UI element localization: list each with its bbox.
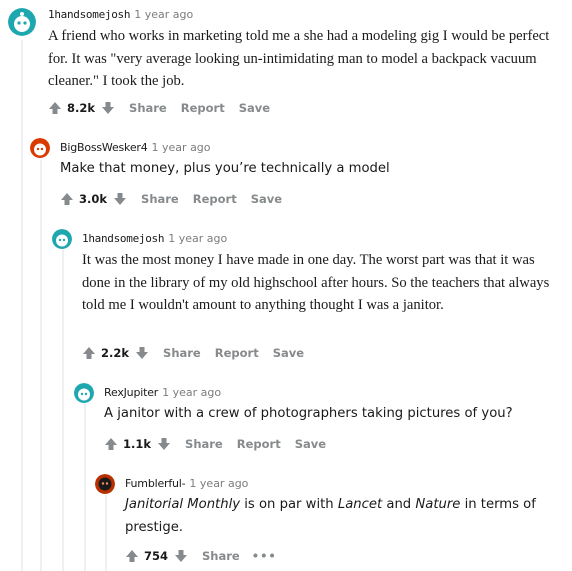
save-button[interactable]: Save xyxy=(251,192,282,206)
share-button[interactable]: Share xyxy=(141,192,179,206)
username[interactable]: 1handsomejosh xyxy=(48,8,131,21)
username[interactable]: Fumblerful- xyxy=(125,477,186,490)
avatar[interactable] xyxy=(30,138,50,158)
comment-body: It was the most money I have made in one… xyxy=(82,252,550,313)
comment-actions: 8.2k Share Report Save xyxy=(48,100,270,116)
comment-body: A janitor with a crew of photographers t… xyxy=(104,406,513,421)
thread-line[interactable] xyxy=(21,40,23,571)
comment-body: Make that money, plus you’re technically… xyxy=(60,161,390,176)
comment-meta: Fumblerful- 1 year ago xyxy=(125,477,248,491)
comment-meta: BigBossWesker4 1 year ago xyxy=(60,141,211,155)
italic-text: Lancet xyxy=(337,497,383,512)
upvote-icon[interactable] xyxy=(104,437,118,451)
avatar[interactable] xyxy=(8,8,36,36)
italic-text: Nature xyxy=(415,497,461,512)
username[interactable]: 1handsomejosh xyxy=(82,232,165,245)
save-button[interactable]: Save xyxy=(273,346,304,360)
thread-line[interactable] xyxy=(105,495,107,571)
avatar[interactable] xyxy=(52,229,72,249)
vote-score: 2.2k xyxy=(101,346,130,360)
share-button[interactable]: Share xyxy=(129,101,167,115)
vote-score: 754 xyxy=(144,549,169,563)
vote-score: 3.0k xyxy=(79,192,108,206)
comment-body: Janitorial Monthly is on par with Lancet… xyxy=(125,497,536,535)
avatar[interactable] xyxy=(95,474,115,494)
thread-line[interactable] xyxy=(62,250,64,571)
save-button[interactable]: Save xyxy=(295,437,326,451)
timestamp[interactable]: 1 year ago xyxy=(134,8,193,21)
timestamp[interactable]: 1 year ago xyxy=(152,141,211,154)
report-button[interactable]: Report xyxy=(237,437,281,451)
upvote-icon[interactable] xyxy=(60,192,74,206)
comment-meta: 1handsomejosh 1 year ago xyxy=(48,8,193,22)
username[interactable]: BigBossWesker4 xyxy=(60,141,148,154)
share-button[interactable]: Share xyxy=(185,437,223,451)
comment-meta: 1handsomejosh 1 year ago xyxy=(82,232,227,246)
downvote-icon[interactable] xyxy=(174,549,188,563)
share-button[interactable]: Share xyxy=(163,346,201,360)
timestamp[interactable]: 1 year ago xyxy=(189,477,248,490)
timestamp[interactable]: 1 year ago xyxy=(162,386,221,399)
report-button[interactable]: Report xyxy=(215,346,259,360)
comment-actions: 754 Share ••• xyxy=(125,548,277,564)
upvote-icon[interactable] xyxy=(82,346,96,360)
comment-actions: 1.1k Share Report Save xyxy=(104,436,326,452)
report-button[interactable]: Report xyxy=(181,101,225,115)
more-options-icon[interactable]: ••• xyxy=(252,549,277,563)
comment-meta: RexJupiter 1 year ago xyxy=(104,386,221,400)
save-button[interactable]: Save xyxy=(239,101,270,115)
share-button[interactable]: Share xyxy=(202,549,240,563)
comment-body: A friend who works in marketing told me … xyxy=(48,28,550,89)
downvote-icon[interactable] xyxy=(135,346,149,360)
thread-line[interactable] xyxy=(40,160,42,571)
comment-actions: 2.2k Share Report Save xyxy=(82,345,304,361)
italic-text: Janitorial Monthly xyxy=(125,497,241,512)
vote-score: 1.1k xyxy=(123,437,152,451)
report-button[interactable]: Report xyxy=(193,192,237,206)
downvote-icon[interactable] xyxy=(101,101,115,115)
timestamp[interactable]: 1 year ago xyxy=(168,232,227,245)
downvote-icon[interactable] xyxy=(157,437,171,451)
vote-score: 8.2k xyxy=(67,101,96,115)
thread-line[interactable] xyxy=(84,404,86,571)
downvote-icon[interactable] xyxy=(113,192,127,206)
username[interactable]: RexJupiter xyxy=(104,386,158,399)
upvote-icon[interactable] xyxy=(48,101,62,115)
avatar[interactable] xyxy=(74,383,94,403)
comment-actions: 3.0k Share Report Save xyxy=(60,191,282,207)
upvote-icon[interactable] xyxy=(125,549,139,563)
